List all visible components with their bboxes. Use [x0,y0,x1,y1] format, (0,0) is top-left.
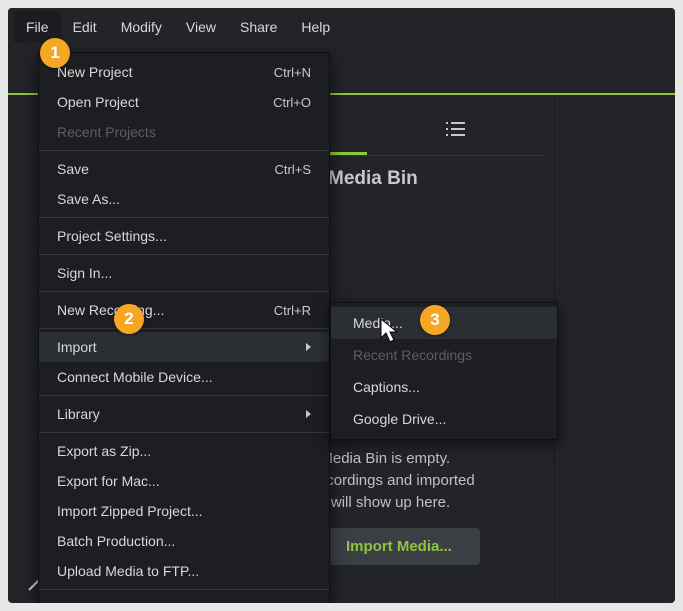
menu-item-shortcut: Ctrl+R [274,303,311,318]
menu-item-export-for-mac[interactable]: Export for Mac... [39,466,329,496]
menu-item-import[interactable]: Import [39,332,329,362]
menu-item-library[interactable]: Library [39,399,329,429]
menubar: File Edit Modify View Share Help [8,8,675,46]
menu-item-recent-projects: Recent Projects [39,117,329,147]
menu-item-import-zipped-project[interactable]: Import Zipped Project... [39,496,329,526]
menu-item-save-as[interactable]: Save As... [39,184,329,214]
submenu-item-captions[interactable]: Captions... [331,371,557,403]
menu-item-label: Export as Zip... [57,443,151,459]
annotation-badge-1: 1 [40,38,70,68]
menu-item-shortcut: Ctrl+S [275,162,311,177]
menu-item-open-project[interactable]: Open Project Ctrl+O [39,87,329,117]
menu-item-batch-production[interactable]: Batch Production... [39,526,329,556]
menu-item-label: Library [57,406,100,422]
menu-item-label: New Recording... [57,302,164,318]
menu-item-sign-in[interactable]: Sign In... [39,258,329,288]
menu-separator [39,432,329,433]
menu-help[interactable]: Help [289,11,342,43]
menu-separator [39,217,329,218]
menu-item-label: Upload Media to FTP... [57,563,199,579]
menu-item-save[interactable]: Save Ctrl+S [39,154,329,184]
menu-separator [39,254,329,255]
menu-item-export-as-zip[interactable]: Export as Zip... [39,436,329,466]
annotation-badge-2: 2 [114,304,144,334]
menu-item-label: Exit [57,600,80,603]
menu-item-upload-media-to-ftp[interactable]: Upload Media to FTP... [39,556,329,586]
menu-item-label: Project Settings... [57,228,167,244]
menu-edit[interactable]: Edit [61,11,109,43]
menu-item-new-project[interactable]: New Project Ctrl+N [39,57,329,87]
file-dropdown: New Project Ctrl+N Open Project Ctrl+O Recen… [38,52,330,603]
menu-item-label: Sign In... [57,265,112,281]
menu-share[interactable]: Share [228,11,289,43]
menu-item-shortcut: Ctrl+O [273,95,311,110]
menu-separator [39,328,329,329]
menu-item-label: Open Project [57,94,139,110]
menu-item-project-settings[interactable]: Project Settings... [39,221,329,251]
menu-item-label: Recent Projects [57,124,156,140]
menu-separator [39,150,329,151]
menu-item-label: Import [57,339,97,355]
menu-separator [39,589,329,590]
menu-item-label: Save As... [57,191,120,207]
menu-item-connect-mobile-device[interactable]: Connect Mobile Device... [39,362,329,392]
menu-item-label: Connect Mobile Device... [57,369,213,385]
annotation-badge-3: 3 [420,305,450,335]
menu-item-label: Batch Production... [57,533,175,549]
import-media-button[interactable]: Import Media... [318,528,480,565]
menu-modify[interactable]: Modify [109,11,174,43]
submenu-item-recent-recordings: Recent Recordings [331,339,557,371]
submenu-item-google-drive[interactable]: Google Drive... [331,403,557,435]
menu-item-label: Save [57,161,89,177]
tab-list-view[interactable] [367,102,546,155]
app-window: File Edit Modify View Share Help Media B… [8,8,675,603]
menu-separator [39,395,329,396]
menu-item-label: Export for Mac... [57,473,160,489]
media-bin-heading: Media Bin [328,168,418,190]
menu-view[interactable]: View [174,11,228,43]
import-media-label: Import Media... [346,538,452,555]
menu-item-shortcut: Ctrl+N [274,65,311,80]
submenu-arrow-icon [306,343,311,351]
list-icon [447,122,465,136]
menu-item-new-recording[interactable]: New Recording... Ctrl+R [39,295,329,325]
submenu-arrow-icon [306,410,311,418]
menu-item-exit[interactable]: Exit [39,593,329,603]
menu-item-label: Import Zipped Project... [57,503,203,519]
menu-item-label: New Project [57,64,132,80]
menu-separator [39,291,329,292]
